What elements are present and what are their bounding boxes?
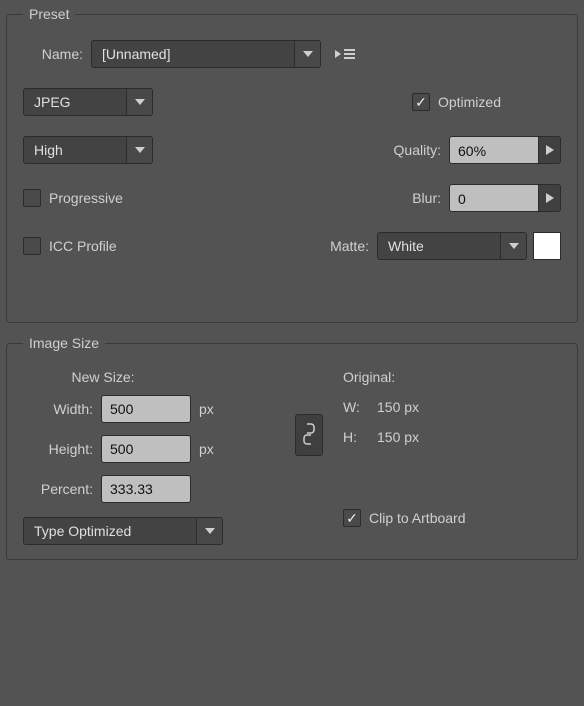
original-height-value: 150 px (377, 429, 419, 445)
blur-value[interactable]: 0 (450, 185, 538, 212)
clip-to-artboard-checkbox[interactable]: Clip to Artboard (343, 509, 466, 527)
matte-color-swatch[interactable] (533, 232, 561, 260)
optimized-label: Optimized (438, 94, 501, 110)
percent-input[interactable]: 333.33 (101, 475, 191, 503)
blur-stepper[interactable]: 0 (449, 184, 561, 212)
clip-to-artboard-label: Clip to Artboard (369, 510, 466, 526)
progressive-checkbox[interactable]: Progressive (23, 189, 123, 207)
format-value: JPEG (24, 89, 126, 115)
percent-label: Percent: (23, 481, 93, 497)
optimized-checkbox[interactable]: Optimized (412, 93, 501, 111)
image-size-fieldset: Image Size New Size: Width: 500 px Heigh… (6, 335, 578, 560)
blur-label: Blur: (373, 190, 441, 206)
original-label: Original: (343, 369, 395, 385)
width-unit: px (199, 401, 214, 417)
preset-name-value: [Unnamed] (92, 41, 294, 67)
matte-dropdown[interactable]: White (377, 232, 527, 260)
width-input[interactable]: 500 (101, 395, 191, 423)
quality-label: Quality: (394, 142, 441, 158)
matte-value: White (378, 233, 500, 259)
link-icon (303, 423, 315, 448)
new-size-label: New Size: (23, 369, 183, 385)
chevron-down-icon (500, 233, 526, 259)
chevron-down-icon (126, 89, 152, 115)
quality-stepper[interactable]: 60% (449, 136, 561, 164)
slider-arrow-icon[interactable] (538, 137, 560, 163)
progressive-label: Progressive (49, 190, 123, 206)
quality-preset-value: High (24, 137, 126, 163)
height-input[interactable]: 500 (101, 435, 191, 463)
quality-value[interactable]: 60% (450, 137, 538, 164)
preset-legend: Preset (23, 6, 75, 22)
preset-name-dropdown[interactable]: [Unnamed] (91, 40, 321, 68)
icc-profile-label: ICC Profile (49, 238, 117, 254)
format-dropdown[interactable]: JPEG (23, 88, 153, 116)
checkmark-icon (412, 93, 430, 111)
resample-value: Type Optimized (24, 518, 196, 544)
preset-fieldset: Preset Name: [Unnamed] JPEG (6, 6, 578, 323)
matte-label: Matte: (309, 238, 369, 254)
height-unit: px (199, 441, 214, 457)
height-label: Height: (23, 441, 93, 457)
image-size-legend: Image Size (23, 335, 105, 351)
chevron-down-icon (196, 518, 222, 544)
icc-profile-checkbox[interactable]: ICC Profile (23, 237, 117, 255)
original-width-label: W: (343, 399, 377, 415)
quality-preset-dropdown[interactable]: High (23, 136, 153, 164)
chevron-down-icon (126, 137, 152, 163)
width-label: Width: (23, 401, 93, 417)
slider-arrow-icon[interactable] (538, 185, 560, 211)
name-label: Name: (23, 46, 83, 62)
resample-dropdown[interactable]: Type Optimized (23, 517, 223, 545)
checkmark-icon (343, 509, 361, 527)
preset-menu-flyout-icon[interactable] (331, 40, 359, 68)
checkbox-empty-icon (23, 237, 41, 255)
original-width-value: 150 px (377, 399, 419, 415)
constrain-proportions-toggle[interactable] (295, 414, 323, 456)
chevron-down-icon (294, 41, 320, 67)
checkbox-empty-icon (23, 189, 41, 207)
original-height-label: H: (343, 429, 377, 445)
